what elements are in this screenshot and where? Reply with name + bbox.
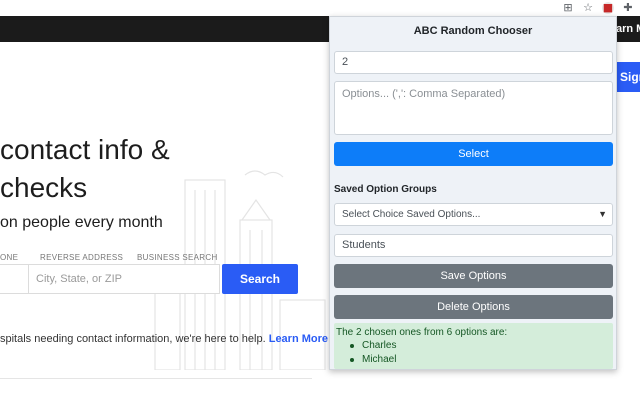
choose-count-input[interactable]: 2 [334, 51, 613, 74]
puzzle-icon[interactable]: ✚ [622, 2, 634, 14]
sign-button[interactable]: Sign [614, 62, 640, 92]
learn-more-link[interactable]: Learn More [269, 333, 328, 345]
star-icon[interactable]: ☆ [582, 2, 594, 14]
saved-options-select-value: Select Choice Saved Options... [342, 209, 481, 220]
browser-toolbar: ⊞ ☆ ■ ✚ [0, 0, 640, 16]
saved-groups-heading: Saved Option Groups [334, 184, 437, 195]
hospitals-message: spitals needing contact information, we'… [0, 333, 328, 345]
save-options-button[interactable]: Save Options [334, 264, 613, 288]
divider [0, 378, 312, 379]
result-alert: The 2 chosen ones from 6 options are: Ch… [334, 323, 613, 369]
delete-options-button[interactable]: Delete Options [334, 295, 613, 319]
search-tab-business[interactable]: BUSINESS SEARCH [137, 253, 218, 262]
extension-popup: ABC Random Chooser 2 Options... (',': Co… [329, 16, 617, 370]
chevron-down-icon: ▼ [598, 209, 607, 219]
translate-icon[interactable]: ⊞ [562, 2, 574, 14]
hero-heading-line2: checks [0, 172, 88, 203]
popup-title: ABC Random Chooser [413, 25, 533, 37]
location-input[interactable]: City, State, or ZIP [36, 264, 122, 294]
search-tab-phone[interactable]: ONE [0, 253, 18, 262]
search-button[interactable]: Search [222, 264, 298, 294]
chosen-item-label: Michael [362, 354, 397, 365]
saved-options-select[interactable]: Select Choice Saved Options... ▼ [334, 203, 613, 226]
options-textarea[interactable]: Options... (',': Comma Separated) [334, 81, 613, 135]
chosen-item: Michael [350, 353, 611, 367]
search-divider [28, 264, 29, 294]
chosen-item-label: Charles [362, 340, 397, 351]
extension-icons: ⊞ ☆ ■ ✚ [562, 0, 634, 16]
hero-heading-line1: contact info & [0, 134, 170, 165]
hospitals-text: spitals needing contact information, we'… [0, 333, 266, 345]
chosen-item: Charles [350, 339, 611, 353]
bullet-icon [350, 344, 354, 348]
result-heading: The 2 chosen ones from 6 options are: [336, 327, 508, 338]
bullet-icon [350, 358, 354, 362]
chosen-list: Charles Michael [336, 339, 611, 367]
extension-icon[interactable]: ■ [602, 2, 614, 14]
hero-subheading: on people every month [0, 214, 163, 231]
group-name-input[interactable]: Students [334, 234, 613, 257]
search-tab-reverse-address[interactable]: REVERSE ADDRESS [40, 253, 123, 262]
select-button[interactable]: Select [334, 142, 613, 166]
